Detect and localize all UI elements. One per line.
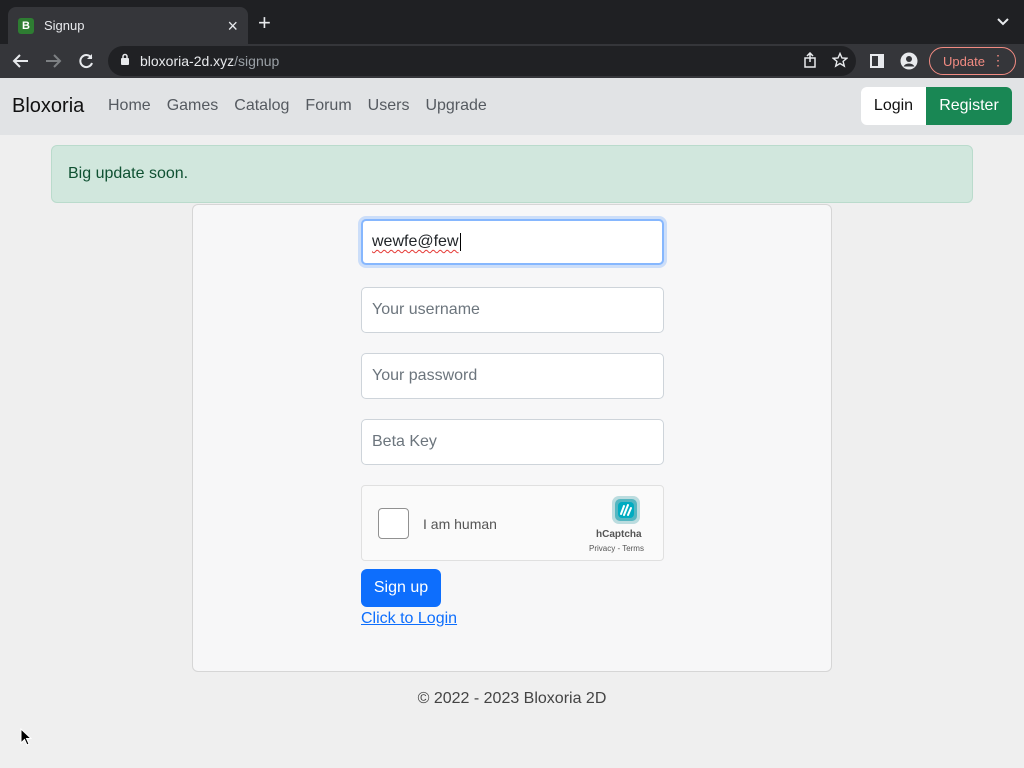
signup-button[interactable]: Sign up (361, 569, 441, 607)
login-button[interactable]: Login (861, 87, 926, 125)
beta-key-field[interactable]: Beta Key (361, 419, 664, 465)
beta-key-placeholder: Beta Key (372, 433, 437, 450)
nav-link-upgrade[interactable]: Upgrade (425, 97, 486, 115)
login-link[interactable]: Click to Login (361, 610, 457, 628)
browser-update-button[interactable]: Update ⋮ (929, 47, 1016, 75)
register-button[interactable]: Register (926, 87, 1012, 125)
bookmark-star-icon[interactable] (831, 51, 849, 73)
captcha-privacy-terms-links[interactable]: Privacy - Terms (589, 544, 644, 553)
profile-avatar-icon[interactable] (899, 51, 919, 71)
username-placeholder: Your username (372, 301, 480, 318)
reload-icon[interactable] (76, 51, 96, 71)
tab-close-icon[interactable]: × (227, 17, 238, 35)
forward-arrow-icon[interactable] (43, 51, 63, 71)
browser-toolbar: bloxoria-2d.xyz/signup Update ⋮ (0, 44, 1024, 78)
back-arrow-icon[interactable] (11, 51, 31, 71)
captcha-label: I am human (423, 516, 497, 532)
url-path: /signup (234, 53, 280, 69)
share-icon[interactable] (802, 51, 818, 73)
captcha-checkbox[interactable] (378, 508, 409, 539)
text-caret (459, 233, 461, 251)
browser-tab[interactable]: B Signup × (8, 7, 248, 44)
nav-link-games[interactable]: Games (167, 97, 219, 115)
more-menu-icon[interactable]: ⋮ (991, 53, 1005, 67)
nav-link-users[interactable]: Users (368, 97, 410, 115)
site-navbar: Bloxoria Home Games Catalog Forum Users … (0, 78, 1024, 135)
site-brand-link[interactable]: Bloxoria (12, 95, 84, 118)
signup-card: wewfe@few Your username Your password Be… (192, 204, 832, 672)
captcha-brand: hCaptcha (596, 529, 642, 540)
tab-title: Signup (44, 18, 85, 33)
update-label: Update (943, 53, 985, 69)
new-tab-icon[interactable]: + (258, 12, 271, 34)
side-panel-icon[interactable] (867, 51, 887, 71)
mouse-pointer-icon (20, 727, 33, 751)
footer-copyright: © 2022 - 2023 Bloxoria 2D (417, 690, 607, 707)
password-placeholder: Your password (372, 367, 478, 384)
url-host: bloxoria-2d.xyz (140, 53, 235, 69)
nav-links: Home Games Catalog Forum Users Upgrade (108, 97, 503, 115)
email-field[interactable]: wewfe@few (361, 219, 664, 265)
nav-link-home[interactable]: Home (108, 97, 151, 115)
address-bar[interactable]: bloxoria-2d.xyz/signup (108, 46, 856, 76)
hcaptcha-logo-icon (610, 494, 642, 531)
announcement-alert: Big update soon. (51, 145, 973, 203)
email-value: wewfe@few (372, 233, 459, 250)
password-field[interactable]: Your password (361, 353, 664, 399)
browser-tab-bar: B Signup × + (0, 0, 1024, 44)
nav-link-catalog[interactable]: Catalog (234, 97, 289, 115)
hcaptcha-widget: I am human hCaptcha Privacy - Terms (361, 485, 664, 561)
lock-icon[interactable] (120, 52, 130, 70)
nav-link-forum[interactable]: Forum (305, 97, 351, 115)
username-field[interactable]: Your username (361, 287, 664, 333)
site-favicon-icon: B (18, 17, 34, 34)
tab-search-chevron-icon[interactable] (996, 14, 1010, 33)
